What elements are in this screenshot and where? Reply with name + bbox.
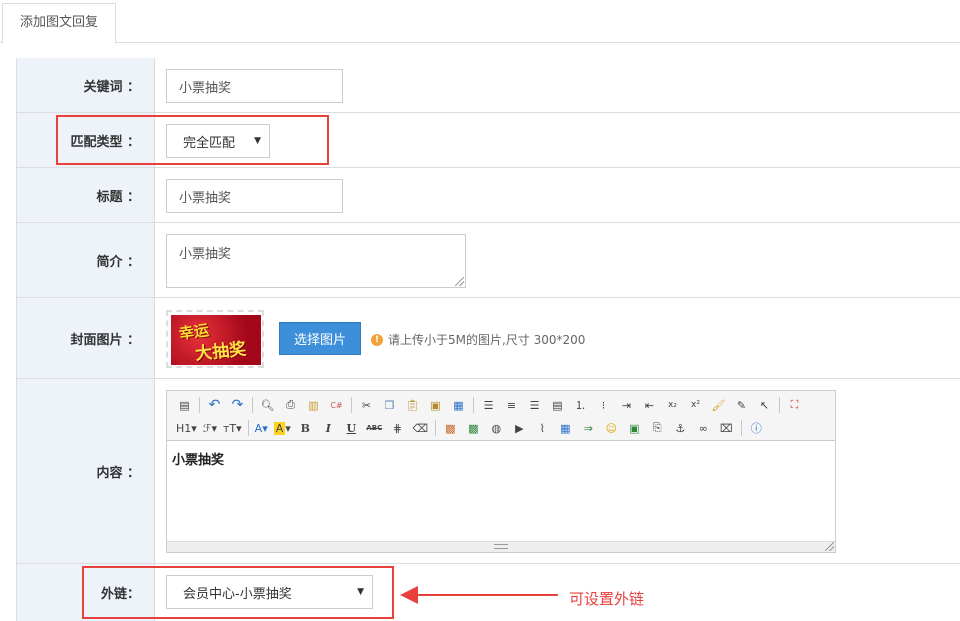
resize-grip-icon[interactable]	[825, 542, 834, 551]
summary-textarea[interactable]: 小票抽奖	[166, 234, 466, 288]
paste-icon[interactable]: 📋︎	[401, 395, 424, 415]
attachment-icon[interactable]: ⌇	[531, 418, 554, 438]
font-size-dropdown[interactable]: тT ▾	[220, 418, 245, 438]
annotation-arrow-line	[414, 594, 558, 596]
toolbar-divider	[199, 397, 200, 413]
link-icon[interactable]: ∞	[692, 418, 715, 438]
cursor-icon[interactable]: ↖	[753, 395, 776, 415]
toolbar-row-2: H1 ▾ ℱ ▾ тT ▾ A ▾ A ▾ B I U ABC ⋕ ⌫ ▩ ▩ ◍ ▶ ⌇…	[173, 417, 768, 439]
justify-icon[interactable]: ▤	[546, 395, 569, 415]
bold-button[interactable]: B	[294, 418, 317, 438]
redo-icon[interactable]: ↷	[226, 395, 249, 415]
toolbar-divider	[247, 420, 249, 436]
ordered-list-icon[interactable]: ⒈	[569, 395, 592, 415]
align-right-icon[interactable]: ☰	[523, 395, 546, 415]
underline-button[interactable]: U	[340, 418, 363, 438]
align-left-icon[interactable]: ☰	[477, 395, 500, 415]
multi-image-icon[interactable]: ▩	[462, 418, 485, 438]
resize-grip-icon[interactable]	[455, 277, 464, 286]
anchor-icon[interactable]: ⚓	[669, 418, 692, 438]
preview-icon[interactable]: 🔍︎	[256, 395, 279, 415]
page-break-icon[interactable]: ⎘	[646, 418, 669, 438]
warning-icon: !	[371, 333, 383, 346]
subscript-icon[interactable]: x₂	[661, 395, 684, 415]
toolbar-divider	[252, 397, 253, 413]
heading-dropdown[interactable]: H1 ▾	[173, 418, 200, 438]
undo-icon[interactable]: ↶	[203, 395, 226, 415]
summary-value: 小票抽奖	[179, 247, 232, 262]
highlight-box-external-link	[82, 566, 394, 619]
tab-add-news-reply[interactable]: 添加图文回复	[2, 3, 116, 44]
editor-body-text[interactable]: 小票抽奖	[172, 449, 224, 468]
flash-icon[interactable]: ◍	[485, 418, 508, 438]
toolbar-divider	[779, 397, 780, 413]
outdent-icon[interactable]: ⇤	[638, 395, 661, 415]
highlight-label: A	[273, 421, 286, 435]
font-family-label: ℱ	[202, 421, 212, 435]
cut-icon[interactable]: ✂	[355, 395, 378, 415]
toolbar-divider	[473, 397, 474, 413]
cover-image-frame[interactable]: 幸运 大抽奖	[166, 310, 264, 368]
toolbar-divider	[434, 420, 436, 436]
row-title: 标题 ：	[16, 168, 960, 223]
highlight-box-match-type	[56, 115, 329, 165]
select-all-icon[interactable]: ✎	[730, 395, 753, 415]
highlight-button[interactable]: A ▾	[271, 418, 294, 438]
summary-label: 简介 ：	[16, 223, 155, 297]
hr-icon[interactable]: ⇒	[577, 418, 600, 438]
help-icon[interactable]: ⓘ	[745, 418, 768, 438]
map-icon[interactable]: ▣	[623, 418, 646, 438]
editor-toolbar: ▤ ↶ ↷ 🔍︎ ⎙ ▥ C# ✂ ❐ 📋︎ ▣ ▦ ☰ ≡ ☰ ▤ ⒈ ⁝ ⇥…	[167, 391, 835, 441]
rich-text-editor[interactable]: ▤ ↶ ↷ 🔍︎ ⎙ ▥ C# ✂ ❐ 📋︎ ▣ ▦ ☰ ≡ ☰ ▤ ⒈ ⁝ ⇥…	[166, 390, 836, 553]
cover-image: 幸运 大抽奖	[171, 315, 261, 365]
paste-text-icon[interactable]: ▣	[424, 395, 447, 415]
cover-label: 封面图片 ：	[16, 298, 155, 378]
indent-icon[interactable]: ⇥	[615, 395, 638, 415]
emoticon-icon[interactable]: ☺	[600, 418, 623, 438]
keyword-input[interactable]: 小票抽奖	[166, 69, 343, 103]
title-label: 标题 ：	[16, 168, 155, 222]
clear-format-icon[interactable]: 🖌︎	[707, 395, 730, 415]
table-icon[interactable]: ▦	[554, 418, 577, 438]
fullscreen-icon[interactable]: ⛶	[783, 395, 806, 415]
heading-label: H1	[176, 421, 192, 435]
tab-bar: 添加图文回复	[0, 0, 960, 44]
content-label: 内容 ：	[16, 379, 155, 563]
toolbar-divider	[740, 420, 742, 436]
font-color-button[interactable]: A ▾	[252, 418, 271, 438]
paste-word-icon[interactable]: ▦	[447, 395, 470, 415]
code-icon[interactable]: C#	[325, 395, 348, 415]
row-summary: 简介 ：	[16, 223, 960, 298]
template-icon[interactable]: ▥	[302, 395, 325, 415]
row-keyword: 关键词 ：	[16, 58, 960, 113]
source-icon[interactable]: ▤	[173, 395, 196, 415]
italic-button[interactable]: I	[317, 418, 340, 438]
toolbar-row-1: ▤ ↶ ↷ 🔍︎ ⎙ ▥ C# ✂ ❐ 📋︎ ▣ ▦ ☰ ≡ ☰ ▤ ⒈ ⁝ ⇥…	[173, 394, 806, 416]
title-input[interactable]: 小票抽奖	[166, 179, 343, 213]
font-size-label: тT	[223, 421, 237, 435]
superscript-icon[interactable]: x²	[684, 395, 707, 415]
line-height-icon[interactable]: ⋕	[386, 418, 409, 438]
editor-resize-bar[interactable]	[167, 541, 835, 552]
upload-hint-text: 请上传小于5M的图片,尺寸 300*200	[388, 333, 586, 347]
keyword-label: 关键词 ：	[16, 58, 155, 112]
toolbar-divider	[351, 397, 352, 413]
annotation-text: 可设置外链	[569, 590, 645, 608]
unlink-icon[interactable]: ⌧	[715, 418, 738, 438]
upload-hint: ! 请上传小于5M的图片,尺寸 300*200	[371, 331, 585, 348]
align-center-icon[interactable]: ≡	[500, 395, 523, 415]
copy-icon[interactable]: ❐	[378, 395, 401, 415]
cover-image-text-2: 大抽奖	[194, 339, 248, 365]
print-icon[interactable]: ⎙	[279, 395, 302, 415]
eraser-icon[interactable]: ⌫	[409, 418, 432, 438]
font-family-dropdown[interactable]: ℱ ▾	[200, 418, 220, 438]
unordered-list-icon[interactable]: ⁝	[592, 395, 615, 415]
image-insert-icon[interactable]: ▩	[439, 418, 462, 438]
strikethrough-button[interactable]: ABC	[363, 418, 386, 438]
font-color-label: A	[254, 421, 263, 435]
drag-handle-icon[interactable]	[494, 544, 508, 549]
select-image-button[interactable]: 选择图片	[279, 322, 361, 355]
media-icon[interactable]: ▶	[508, 418, 531, 438]
